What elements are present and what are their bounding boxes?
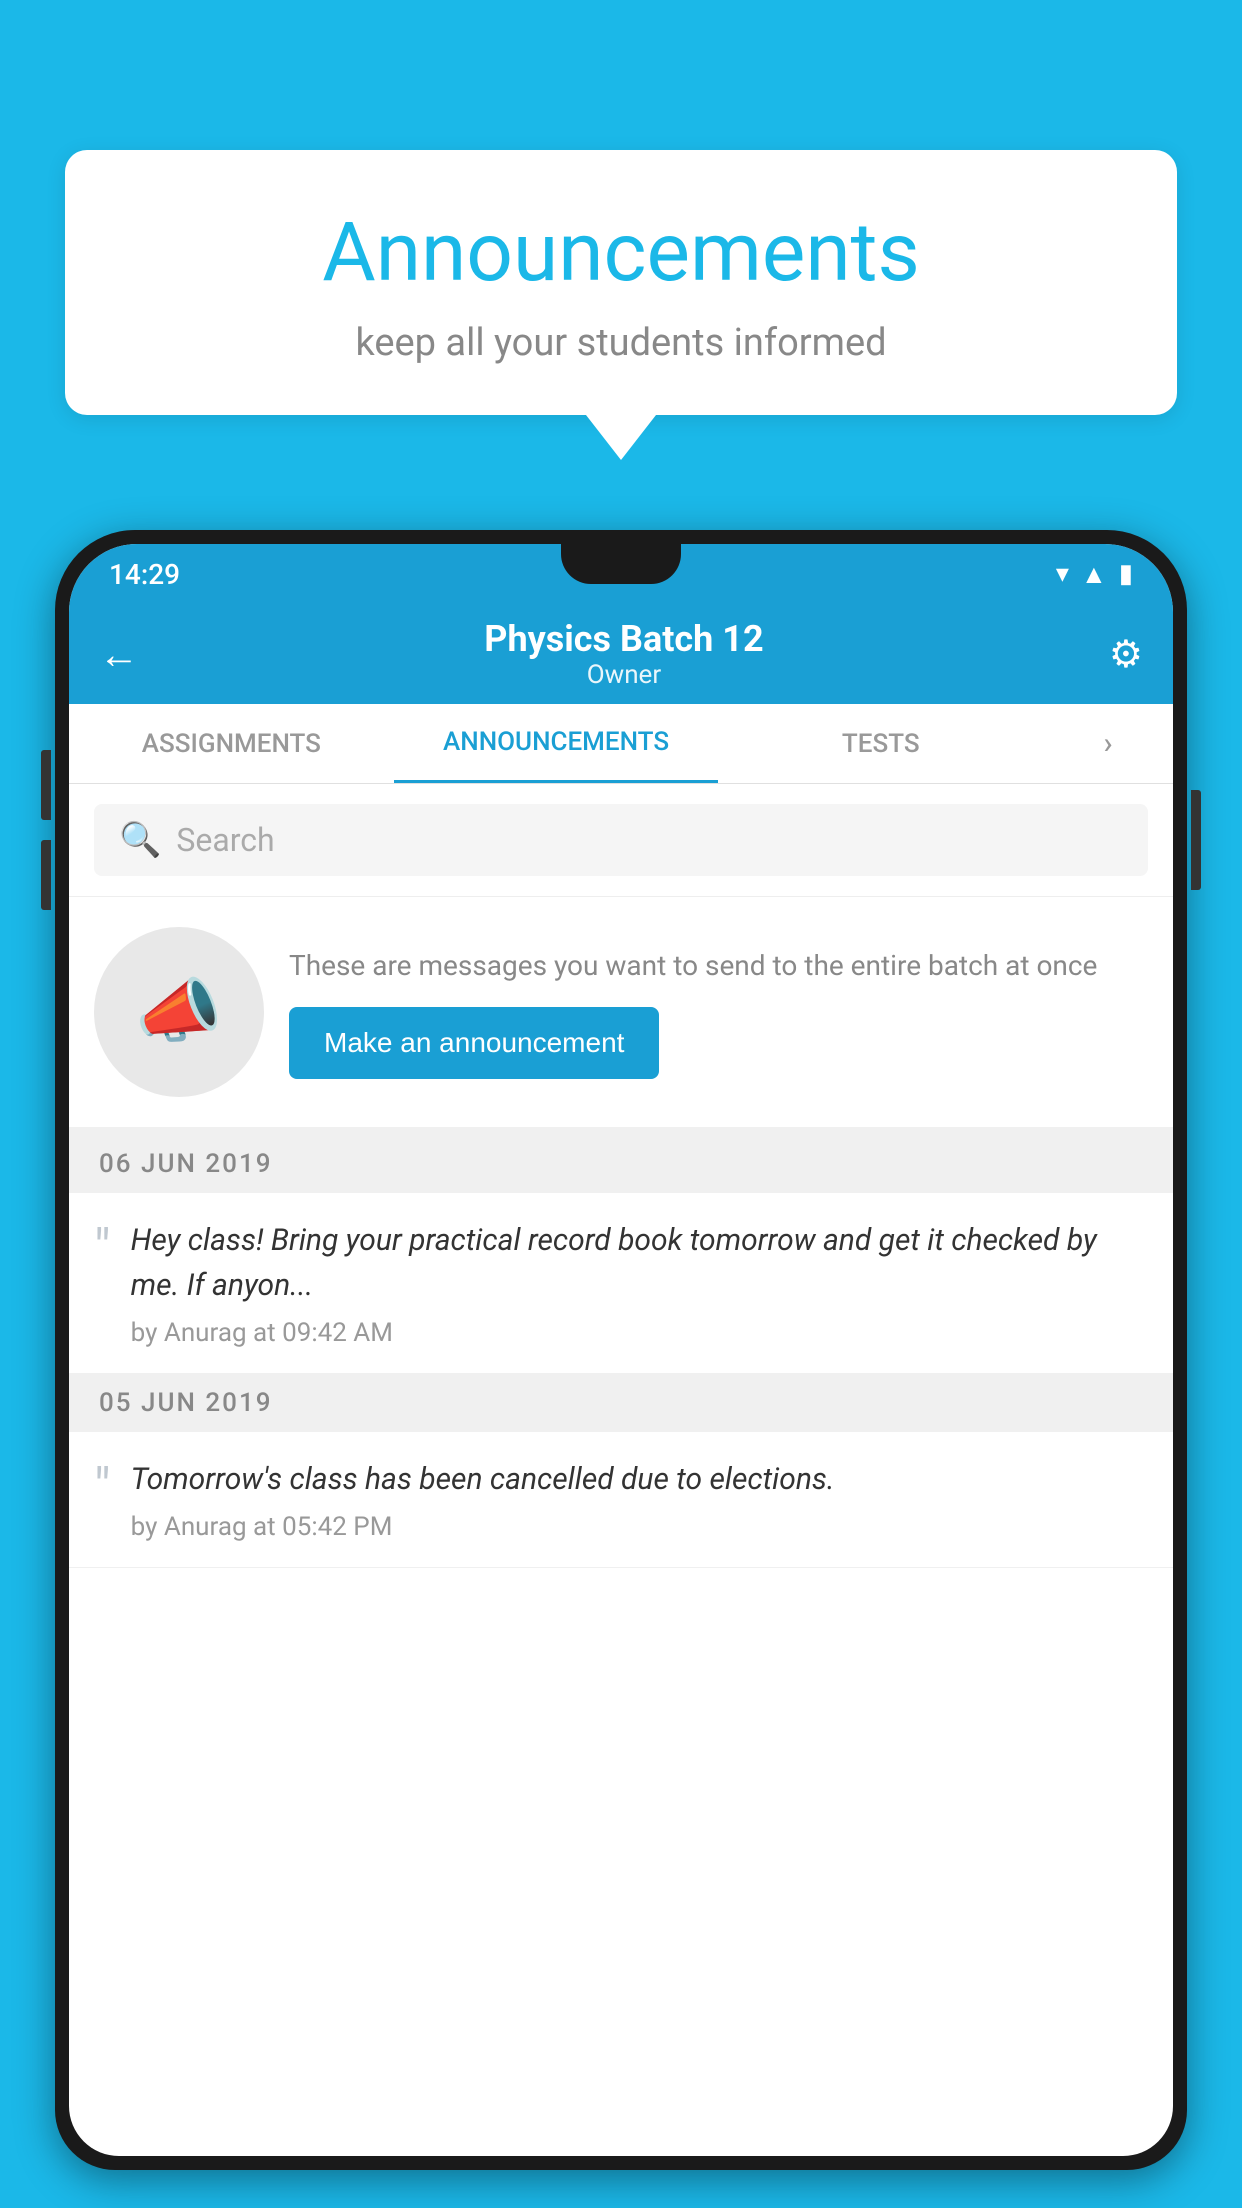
quote-icon-2: " <box>94 1462 111 1542</box>
volume-up-button <box>41 750 51 820</box>
app-bar-title: Physics Batch 12 <box>139 618 1109 660</box>
date-separator-1: 06 JUN 2019 <box>69 1135 1173 1193</box>
announcement-icon-circle: 📣 <box>94 927 264 1097</box>
speech-bubble-arrow <box>586 415 656 460</box>
search-container: 🔍 Search <box>69 784 1173 897</box>
announcement-content-1: Hey class! Bring your practical record b… <box>131 1218 1148 1348</box>
announcement-content-2: Tomorrow's class has been cancelled due … <box>131 1457 1148 1542</box>
promo-section: 📣 These are messages you want to send to… <box>69 897 1173 1135</box>
announcement-text-2: Tomorrow's class has been cancelled due … <box>131 1457 1148 1502</box>
date-separator-2: 05 JUN 2019 <box>69 1374 1173 1432</box>
tab-assignments[interactable]: ASSIGNMENTS <box>69 704 394 783</box>
status-icons: ▾ ▲ ▮ <box>1056 559 1133 590</box>
search-bar[interactable]: 🔍 Search <box>94 804 1148 876</box>
tab-tests[interactable]: TESTS <box>718 704 1043 783</box>
megaphone-icon: 📣 <box>135 971 222 1053</box>
settings-icon[interactable]: ⚙ <box>1109 632 1143 677</box>
notch <box>561 544 681 584</box>
bubble-subtitle: keep all your students informed <box>125 321 1117 365</box>
promo-content: These are messages you want to send to t… <box>289 945 1148 1079</box>
back-button[interactable]: ← <box>99 631 139 678</box>
quote-icon-1: " <box>94 1223 111 1348</box>
speech-bubble-container: Announcements keep all your students inf… <box>65 150 1177 460</box>
tab-more[interactable]: › <box>1043 704 1173 783</box>
announcement-item-1[interactable]: " Hey class! Bring your practical record… <box>69 1193 1173 1374</box>
tab-announcements[interactable]: ANNOUNCEMENTS <box>394 704 719 783</box>
announcement-item-2[interactable]: " Tomorrow's class has been cancelled du… <box>69 1432 1173 1568</box>
status-time: 14:29 <box>109 558 180 591</box>
bubble-title: Announcements <box>125 205 1117 301</box>
volume-down-button <box>41 840 51 910</box>
promo-description: These are messages you want to send to t… <box>289 945 1148 987</box>
signal-icon: ▲ <box>1081 559 1107 590</box>
battery-icon: ▮ <box>1119 559 1133 589</box>
search-icon: 🔍 <box>119 820 161 860</box>
phone-container: 14:29 ▾ ▲ ▮ ← Physics Batch 12 Owner ⚙ A… <box>55 530 1187 2208</box>
search-placeholder: Search <box>176 821 274 859</box>
status-bar: 14:29 ▾ ▲ ▮ <box>69 544 1173 604</box>
make-announcement-button[interactable]: Make an announcement <box>289 1007 659 1079</box>
announcement-meta-1: by Anurag at 09:42 AM <box>131 1318 1148 1348</box>
app-bar-subtitle: Owner <box>139 660 1109 690</box>
announcement-meta-2: by Anurag at 05:42 PM <box>131 1512 1148 1542</box>
wifi-icon: ▾ <box>1056 559 1069 589</box>
phone-screen: 14:29 ▾ ▲ ▮ ← Physics Batch 12 Owner ⚙ A… <box>69 544 1173 2156</box>
announcement-text-1: Hey class! Bring your practical record b… <box>131 1218 1148 1308</box>
tabs-bar: ASSIGNMENTS ANNOUNCEMENTS TESTS › <box>69 704 1173 784</box>
speech-bubble: Announcements keep all your students inf… <box>65 150 1177 415</box>
app-bar: ← Physics Batch 12 Owner ⚙ <box>69 604 1173 704</box>
phone-frame: 14:29 ▾ ▲ ▮ ← Physics Batch 12 Owner ⚙ A… <box>55 530 1187 2170</box>
power-button <box>1191 790 1201 890</box>
app-bar-title-section: Physics Batch 12 Owner <box>139 618 1109 690</box>
